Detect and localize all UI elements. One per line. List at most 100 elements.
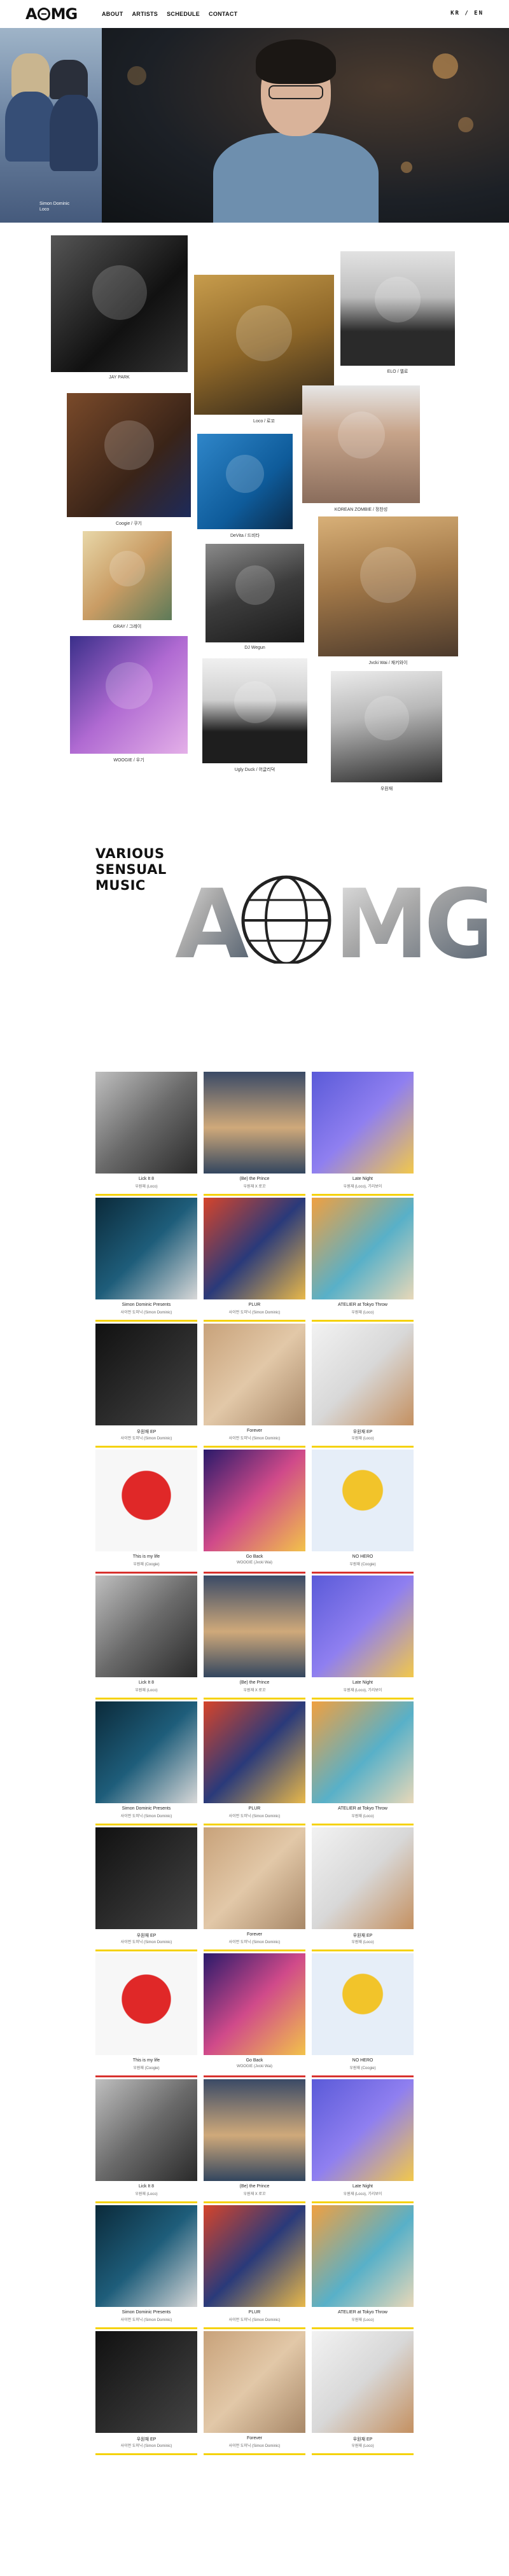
release-card[interactable]: Forever 사이먼 도미닉 (Simon Dominic) [204, 1827, 305, 1951]
album-cover [204, 1701, 305, 1803]
release-divider [312, 2327, 414, 2329]
album-cover [312, 2331, 414, 2433]
release-divider [95, 1320, 197, 1322]
release-card[interactable]: Forever 사이먼 도미닉 (Simon Dominic) [204, 1324, 305, 1448]
artist-card[interactable]: GRAY / 그레이 [83, 531, 172, 629]
release-card[interactable]: 우원재 EP 사이먼 도미닉 (Simon Dominic) [95, 1827, 197, 1951]
nav-about[interactable]: ABOUT [102, 11, 123, 17]
artist-card[interactable]: ELO / 엘로 [340, 251, 455, 374]
release-card[interactable]: NO HERO 우원재 (Coogie) [312, 1953, 414, 2077]
release-title: This is my life [132, 1555, 160, 1559]
aomg-logo[interactable]: A MG [25, 5, 78, 23]
artist-card[interactable]: KOREAN ZOMBIE / 정찬성 [302, 385, 420, 512]
hero-main-image[interactable] [102, 28, 509, 223]
release-title: 우원재 EP [352, 1430, 373, 1434]
release-card[interactable]: Late Night 우원재 (Loco), 기리보이 [312, 2079, 414, 2203]
release-card[interactable]: Lick It 8 우원재 (Loco) [95, 1575, 197, 1700]
album-cover [95, 1072, 197, 1174]
release-card[interactable]: (Be) the Prince 우원재 X 로꼬 [204, 1072, 305, 1196]
album-cover [95, 1575, 197, 1677]
artist-photo [206, 544, 304, 642]
album-cover [95, 1198, 197, 1299]
release-card[interactable]: Simon Dominic Presents 사이먼 도미닉 (Simon Dom… [95, 2205, 197, 2329]
release-card[interactable]: PLUR 사이먼 도미닉 (Simon Dominic) [204, 2205, 305, 2329]
release-card[interactable]: 우원재 EP 우원재 (Loco) [312, 1324, 414, 1448]
site-header: A MG ABOUT ARTISTS SCHEDULE CONTACT KR / … [0, 0, 509, 28]
release-card[interactable]: 우원재 EP 우원재 (Loco) [312, 2331, 414, 2455]
release-card[interactable]: ATELIER at Tokyo Throw 우원재 (Loco) [312, 1701, 414, 1825]
release-title: Lick It 8 [138, 1680, 155, 1685]
release-artist: 우원재 (Loco) [351, 1941, 374, 1944]
album-cover [312, 2079, 414, 2181]
language-toggle[interactable]: KR / EN [450, 10, 484, 17]
artist-name: Jvcki Wai / 재키와이 [368, 661, 408, 665]
release-artist: 사이먼 도미닉 (Simon Dominic) [120, 1437, 172, 1441]
release-divider [312, 2201, 414, 2203]
release-card[interactable]: This is my life 우원재 (Coogie) [95, 1450, 197, 1574]
svg-text:MG: MG [334, 869, 487, 964]
release-artist: WOOGIE (Jvcki Wai) [236, 1561, 273, 1565]
slogan: VARIOUS SENSUAL MUSIC [95, 846, 167, 893]
release-card[interactable]: PLUR 사이먼 도미닉 (Simon Dominic) [204, 1198, 305, 1322]
album-cover [204, 1324, 305, 1425]
release-artist: 우원재 (Loco), 기리보이 [343, 2192, 382, 2196]
release-artist: 사이먼 도미닉 (Simon Dominic) [120, 1311, 172, 1315]
nav-schedule[interactable]: SCHEDULE [167, 11, 200, 17]
release-card[interactable]: Lick It 8 우원재 (Loco) [95, 2079, 197, 2203]
artist-card[interactable]: Coogie / 쿠기 [67, 393, 191, 526]
artist-photo [202, 658, 307, 763]
release-card[interactable]: ATELIER at Tokyo Throw 우원재 (Loco) [312, 2205, 414, 2329]
release-card[interactable]: Simon Dominic Presents 사이먼 도미닉 (Simon Dom… [95, 1198, 197, 1322]
album-cover [204, 1072, 305, 1174]
artist-card[interactable]: JAY PARK [51, 235, 188, 380]
release-artist: 우원재 (Loco) [135, 1689, 158, 1693]
release-artist: 우원재 (Loco) [135, 2192, 158, 2196]
artist-card[interactable]: Ugly Duck / 어글리덕 [202, 658, 307, 772]
release-title: Forever [246, 2436, 263, 2441]
release-card[interactable]: Forever 사이먼 도미닉 (Simon Dominic) [204, 2331, 305, 2455]
release-artist: 우원재 (Coogie) [349, 1563, 376, 1567]
album-cover [95, 2079, 197, 2181]
release-card[interactable]: Go Back WOOGIE (Jvcki Wai) [204, 1953, 305, 2077]
main-nav: ABOUT ARTISTS SCHEDULE CONTACT [102, 11, 237, 17]
artist-body-2 [50, 95, 98, 171]
artist-card[interactable]: DJ Wegun [206, 544, 304, 650]
release-card[interactable]: Lick It 8 우원재 (Loco) [95, 1072, 197, 1196]
hero-side-image[interactable]: Simon Dominic Loco [0, 28, 102, 223]
artist-card[interactable]: WOOGIE / 우기 [70, 636, 188, 763]
release-card[interactable]: NO HERO 우원재 (Coogie) [312, 1450, 414, 1574]
release-card[interactable]: (Be) the Prince 우원재 X 로꼬 [204, 1575, 305, 1700]
album-cover [312, 1072, 414, 1174]
release-artist: 우원재 (Loco) [351, 2444, 374, 2448]
artist-card[interactable]: Jvcki Wai / 재키와이 [318, 516, 458, 665]
release-artist: 우원재 (Loco) [135, 1185, 158, 1189]
release-title: ATELIER at Tokyo Throw [338, 2310, 387, 2315]
release-card[interactable]: (Be) the Prince 우원재 X 로꼬 [204, 2079, 305, 2203]
release-title: PLUR [248, 2310, 261, 2315]
release-divider [312, 1446, 414, 1448]
release-artist: 사이먼 도미닉 (Simon Dominic) [228, 1941, 281, 1944]
release-card[interactable]: Late Night 우원재 (Loco), 기리보이 [312, 1575, 414, 1700]
release-title: ATELIER at Tokyo Throw [338, 1806, 387, 1811]
release-divider [204, 2201, 305, 2203]
release-card[interactable]: Go Back WOOGIE (Jvcki Wai) [204, 1450, 305, 1574]
release-divider [204, 1572, 305, 1574]
release-artist: 우원재 X 로꼬 [243, 2192, 266, 2196]
release-card[interactable]: 우원재 EP 사이먼 도미닉 (Simon Dominic) [95, 1324, 197, 1448]
release-divider [95, 2075, 197, 2077]
artist-card[interactable]: DeVita / 드비타 [197, 434, 293, 538]
artist-name: WOOGIE / 우기 [113, 758, 144, 763]
release-artist: 우원재 X 로꼬 [243, 1185, 266, 1189]
artist-card[interactable]: 우원재 [331, 671, 442, 791]
nav-artists[interactable]: ARTISTS [132, 11, 158, 17]
release-artist: 우원재 (Loco) [351, 1311, 374, 1315]
release-card[interactable]: This is my life 우원재 (Coogie) [95, 1953, 197, 2077]
release-card[interactable]: PLUR 사이먼 도미닉 (Simon Dominic) [204, 1701, 305, 1825]
release-card[interactable]: ATELIER at Tokyo Throw 우원재 (Loco) [312, 1198, 414, 1322]
release-card[interactable]: Simon Dominic Presents 사이먼 도미닉 (Simon Dom… [95, 1701, 197, 1825]
release-card[interactable]: 우원재 EP 우원재 (Loco) [312, 1827, 414, 1951]
nav-contact[interactable]: CONTACT [209, 11, 237, 17]
release-title: 우원재 EP [136, 2437, 157, 2442]
release-card[interactable]: Late Night 우원재 (Loco), 기리보이 [312, 1072, 414, 1196]
release-card[interactable]: 우원재 EP 사이먼 도미닉 (Simon Dominic) [95, 2331, 197, 2455]
